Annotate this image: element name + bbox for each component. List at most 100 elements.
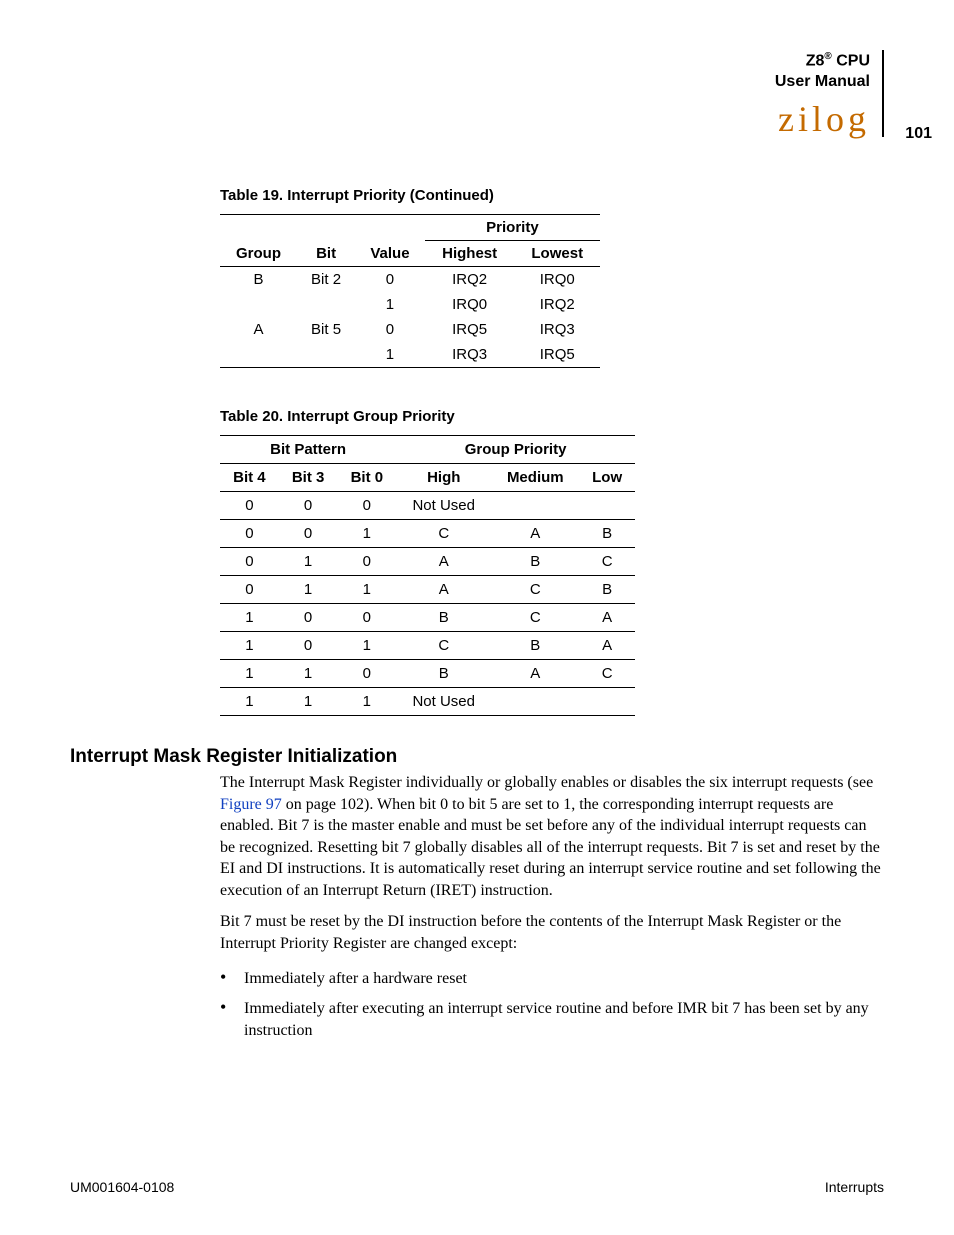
table-cell: 1 [355,292,425,317]
t19-col-group: Group [220,240,297,266]
table-cell: B [491,547,579,575]
table-cell: Bit 2 [297,266,355,292]
table-row: 111Not Used [220,687,635,715]
footer-section: Interrupts [825,1179,884,1195]
zilog-logo: zilog [778,101,870,137]
figure97-link[interactable]: Figure 97 [220,796,282,813]
p1-text-a: The Interrupt Mask Register individually… [220,774,873,791]
table-cell: 1 [220,631,279,659]
table-cell [579,687,635,715]
t19-col-value: Value [355,240,425,266]
table-cell: 0 [337,547,396,575]
table-cell: 0 [220,519,279,547]
table-cell: 1 [220,603,279,631]
reg-mark: ® [824,51,831,62]
table20-caption: Table 20. Interrupt Group Priority [220,408,884,425]
table-cell: A [579,603,635,631]
table-cell: A [579,631,635,659]
table-cell: 1 [279,659,338,687]
table-cell: C [491,575,579,603]
table-cell [491,687,579,715]
table-cell: 0 [220,575,279,603]
list-item: Immediately after executing an interrupt… [244,995,884,1041]
table-cell: A [491,519,579,547]
table-row: 1IRQ3IRQ5 [220,342,600,368]
t19-col-lowest: Lowest [514,240,600,266]
table-cell [220,292,297,317]
table-cell: 1 [337,631,396,659]
table-cell: 0 [220,547,279,575]
table-cell: B [396,603,491,631]
table-cell: 1 [220,659,279,687]
table-row: 011ACB [220,575,635,603]
table-cell: Not Used [396,491,491,519]
table-cell: 0 [355,317,425,342]
table-row: 000Not Used [220,491,635,519]
table-cell: IRQ3 [514,317,600,342]
t20-col-medium: Medium [491,463,579,491]
list-item: Immediately after a hardware reset [244,965,884,990]
table-row: BBit 20IRQ2IRQ0 [220,266,600,292]
t19-col-highest: Highest [425,240,515,266]
table-cell: 1 [279,547,338,575]
table-cell: C [579,547,635,575]
doc-cpu: CPU [832,52,870,69]
table-cell: C [491,603,579,631]
table-cell: A [220,317,297,342]
table-cell [220,342,297,368]
table-cell: 1 [337,575,396,603]
table19: Priority Group Bit Value Highest Lowest … [220,214,600,368]
table-cell: B [579,519,635,547]
table-cell: B [220,266,297,292]
table-cell: 1 [220,687,279,715]
table-cell: 0 [279,519,338,547]
table-cell: 0 [220,491,279,519]
t20-col-high: High [396,463,491,491]
table-row: 110BAC [220,659,635,687]
table-cell: A [491,659,579,687]
table-cell: 1 [337,687,396,715]
table-cell [491,491,579,519]
table-row: 100BCA [220,603,635,631]
table-cell: IRQ5 [514,342,600,368]
table-cell [297,342,355,368]
t20-col-bit3: Bit 3 [279,463,338,491]
table-cell: 1 [279,687,338,715]
table-cell: C [396,519,491,547]
t20-col-bit4: Bit 4 [220,463,279,491]
table-row: ABit 50IRQ5IRQ3 [220,317,600,342]
page-number-top: 101 [905,125,932,143]
table-cell: B [579,575,635,603]
t20-col-low: Low [579,463,635,491]
table-cell: IRQ0 [514,266,600,292]
doc-title: Z8® CPU User Manual [775,50,870,93]
footer-docnum: UM001604-0108 [70,1179,174,1195]
table-row: 010ABC [220,547,635,575]
table-cell [579,491,635,519]
table-cell: C [579,659,635,687]
t19-col-bit: Bit [297,240,355,266]
table-row: 1IRQ0IRQ2 [220,292,600,317]
p1-text-b: on page 102). When bit 0 to bit 5 are se… [220,796,881,899]
doc-subtitle: User Manual [775,73,870,90]
bullet-list: Immediately after a hardware reset Immedi… [220,965,884,1042]
table-cell: IRQ3 [425,342,515,368]
t20-grouppriority-head: Group Priority [396,435,635,463]
table-cell: Not Used [396,687,491,715]
table-cell: A [396,547,491,575]
section-para-2: Bit 7 must be reset by the DI instructio… [220,911,884,954]
table-cell: IRQ2 [425,266,515,292]
table-cell: 0 [279,603,338,631]
table-cell: IRQ5 [425,317,515,342]
table20: Bit Pattern Group Priority Bit 4 Bit 3 B… [220,435,635,716]
doc-product: Z8 [806,52,825,69]
table-cell: 0 [355,266,425,292]
table-cell: 0 [279,631,338,659]
table-cell: B [396,659,491,687]
table-cell: 0 [279,491,338,519]
table-cell: A [396,575,491,603]
table-cell: B [491,631,579,659]
table-cell: 1 [337,519,396,547]
table-cell: C [396,631,491,659]
table-cell: Bit 5 [297,317,355,342]
